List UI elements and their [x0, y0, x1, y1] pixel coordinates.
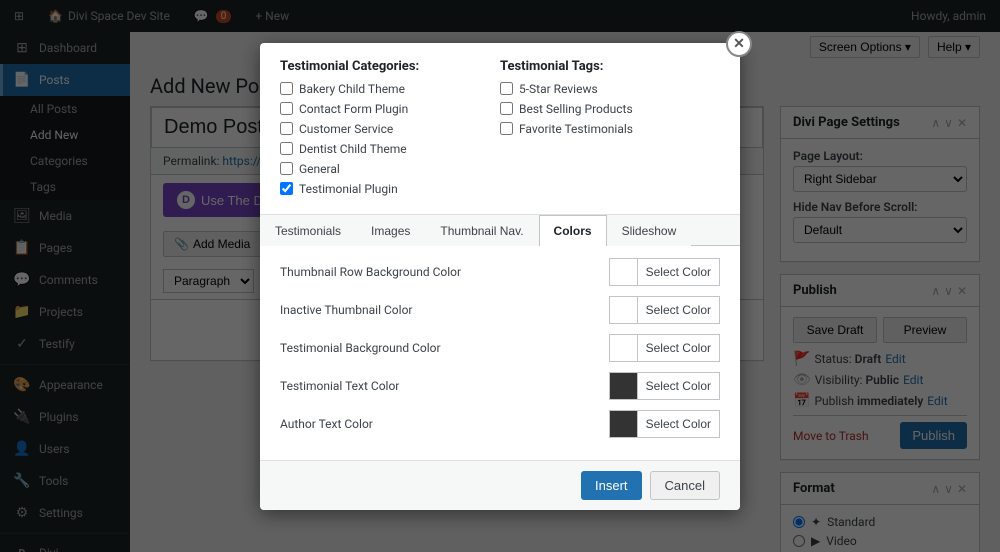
category-dentist[interactable]: Dentist Child Theme [280, 142, 500, 156]
select-color-label: Select Color [638, 413, 719, 435]
select-color-thumbnail-bg-button[interactable]: Select Color [609, 258, 720, 286]
category-customer-label: Customer Service [299, 122, 393, 136]
tag-5star[interactable]: 5-Star Reviews [500, 82, 720, 96]
modal-overlay[interactable]: Testimonial Categories: Bakery Child The… [0, 0, 1000, 552]
category-contact-checkbox[interactable] [280, 102, 293, 115]
tag-favorite[interactable]: Favorite Testimonials [500, 122, 720, 136]
category-general[interactable]: General [280, 162, 500, 176]
category-testimonial-label: Testimonial Plugin [299, 182, 398, 196]
color-row-testimonial-text: Testimonial Text Color Select Color [280, 372, 720, 400]
color-swatch-testimonial-bg [610, 335, 638, 361]
tag-favorite-label: Favorite Testimonials [519, 122, 633, 136]
modal-close-button[interactable]: ✕ [726, 31, 752, 57]
category-testimonial-checkbox[interactable] [280, 182, 293, 195]
tag-bestselling-label: Best Selling Products [519, 102, 633, 116]
tab-thumbnail-nav[interactable]: Thumbnail Nav. [425, 215, 538, 246]
category-bakery[interactable]: Bakery Child Theme [280, 82, 500, 96]
color-swatch-inactive-thumbnail [610, 297, 638, 323]
modal-footer: Insert Cancel [260, 460, 740, 510]
color-row-thumbnail-bg: Thumbnail Row Background Color Select Co… [280, 258, 720, 286]
color-row-inactive-thumbnail: Inactive Thumbnail Color Select Color [280, 296, 720, 324]
tab-slideshow[interactable]: Slideshow [607, 215, 692, 246]
insert-button[interactable]: Insert [581, 471, 642, 500]
category-customer-checkbox[interactable] [280, 122, 293, 135]
modal-colors-content: Thumbnail Row Background Color Select Co… [260, 246, 740, 460]
color-swatch-author-text [610, 411, 638, 437]
category-general-checkbox[interactable] [280, 162, 293, 175]
select-color-label: Select Color [638, 261, 719, 283]
select-color-inactive-thumbnail-button[interactable]: Select Color [609, 296, 720, 324]
color-row-testimonial-bg: Testimonial Background Color Select Colo… [280, 334, 720, 362]
select-color-label: Select Color [638, 299, 719, 321]
select-color-label: Select Color [638, 337, 719, 359]
category-general-label: General [299, 162, 340, 176]
tag-bestselling-checkbox[interactable] [500, 102, 513, 115]
tag-bestselling[interactable]: Best Selling Products [500, 102, 720, 116]
categories-title: Testimonial Categories: [280, 59, 500, 74]
category-contact-label: Contact Form Plugin [299, 102, 408, 116]
modal-tabs: Testimonials Images Thumbnail Nav. Color… [260, 215, 740, 246]
category-dentist-checkbox[interactable] [280, 142, 293, 155]
category-customer[interactable]: Customer Service [280, 122, 500, 136]
category-contact[interactable]: Contact Form Plugin [280, 102, 500, 116]
color-thumbnail-bg-label: Thumbnail Row Background Color [280, 265, 461, 279]
color-testimonial-bg-label: Testimonial Background Color [280, 341, 441, 355]
modal: Testimonial Categories: Bakery Child The… [260, 43, 740, 510]
tag-5star-label: 5-Star Reviews [519, 82, 598, 96]
tag-favorite-checkbox[interactable] [500, 122, 513, 135]
color-inactive-thumbnail-label: Inactive Thumbnail Color [280, 303, 412, 317]
tab-colors[interactable]: Colors [539, 215, 607, 246]
select-color-testimonial-bg-button[interactable]: Select Color [609, 334, 720, 362]
color-row-author-text: Author Text Color Select Color [280, 410, 720, 438]
cancel-button[interactable]: Cancel [650, 471, 720, 500]
color-swatch-testimonial-text [610, 373, 638, 399]
category-bakery-checkbox[interactable] [280, 82, 293, 95]
select-color-label: Select Color [638, 375, 719, 397]
tags-title: Testimonial Tags: [500, 59, 720, 74]
color-swatch-thumbnail-bg [610, 259, 638, 285]
tab-testimonials[interactable]: Testimonials [260, 215, 356, 246]
select-color-testimonial-text-button[interactable]: Select Color [609, 372, 720, 400]
category-dentist-label: Dentist Child Theme [299, 142, 407, 156]
modal-dialog: Testimonial Categories: Bakery Child The… [260, 43, 740, 510]
color-testimonial-text-label: Testimonial Text Color [280, 379, 399, 393]
select-color-author-text-button[interactable]: Select Color [609, 410, 720, 438]
tag-5star-checkbox[interactable] [500, 82, 513, 95]
category-bakery-label: Bakery Child Theme [299, 82, 405, 96]
category-testimonial[interactable]: Testimonial Plugin [280, 182, 500, 196]
color-author-text-label: Author Text Color [280, 417, 373, 431]
tab-images[interactable]: Images [356, 215, 425, 246]
